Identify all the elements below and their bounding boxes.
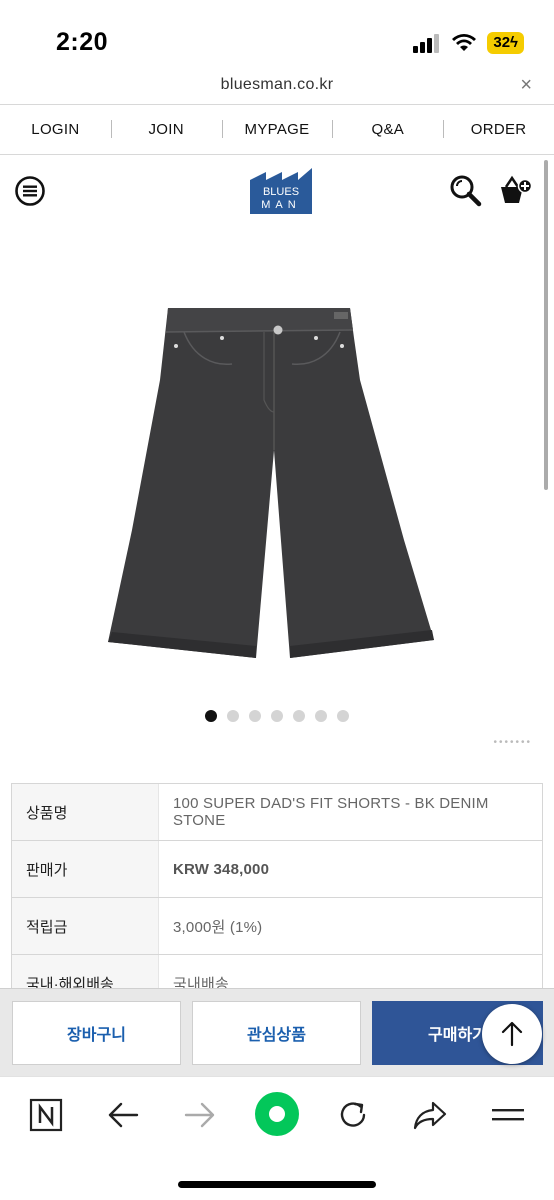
gallery-dot-1[interactable]	[205, 710, 217, 722]
close-icon[interactable]: ×	[520, 74, 532, 97]
home-indicator	[178, 1181, 376, 1188]
forward-button[interactable]	[178, 1093, 222, 1137]
home-button[interactable]	[254, 1091, 300, 1137]
status-icons: 32ϟ	[413, 32, 524, 54]
product-name: 100 SUPER DAD'S FIT SHORTS - BK DENIM ST…	[173, 795, 489, 829]
signal-icon	[413, 34, 440, 53]
info-row-name: 상품명 100 SUPER DAD'S FIT SHORTS - BK DENI…	[12, 784, 542, 841]
search-icon[interactable]	[448, 173, 482, 207]
menu-icon[interactable]	[14, 175, 46, 207]
gallery-dot-5[interactable]	[293, 710, 305, 722]
browser-url-bar[interactable]: bluesman.co.kr ×	[0, 70, 554, 104]
status-bar: 2:20 32ϟ	[0, 0, 554, 70]
info-row-points: 적립금 3,000원 (1%)	[12, 898, 542, 955]
url-text: bluesman.co.kr	[220, 76, 334, 93]
gallery-dot-7[interactable]	[337, 710, 349, 722]
wifi-icon	[452, 34, 477, 51]
status-time: 2:20	[56, 28, 109, 56]
reload-icon	[340, 1102, 366, 1127]
wishlist-button[interactable]: 관심상품	[192, 1001, 361, 1065]
gallery-dot-6[interactable]	[315, 710, 327, 722]
gallery-dot-4[interactable]	[271, 710, 283, 722]
naver-n-icon	[29, 1098, 63, 1132]
nav-qna[interactable]: Q&A	[332, 120, 443, 138]
info-label: 상품명	[12, 784, 159, 840]
home-green-icon	[255, 1092, 299, 1136]
product-price: KRW 348,000	[173, 860, 270, 878]
menu-button[interactable]	[486, 1093, 530, 1137]
bluesman-logo[interactable]: BLUES MAN	[250, 168, 312, 214]
share-button[interactable]	[408, 1093, 452, 1137]
product-points: 3,000원 (1%)	[173, 918, 263, 936]
hamburger-icon	[492, 1109, 524, 1121]
nav-join[interactable]: JOIN	[110, 120, 222, 138]
logo-line2: MAN	[261, 199, 300, 211]
nav-mypage[interactable]: MYPAGE	[221, 120, 333, 138]
purchase-action-bar: 장바구니 관심상품 구매하기	[0, 988, 554, 1076]
site-header: BLUES MAN	[0, 155, 554, 225]
top-nav: LOGIN JOIN MYPAGE Q&A ORDER	[0, 104, 554, 155]
cart-icon[interactable]	[498, 173, 532, 207]
more-dots-icon: •••••••	[493, 737, 532, 748]
reload-button[interactable]	[331, 1093, 375, 1137]
product-image[interactable]	[104, 300, 444, 665]
gallery-dot-2[interactable]	[227, 710, 239, 722]
add-to-cart-button[interactable]: 장바구니	[12, 1001, 181, 1065]
gallery-dot-3[interactable]	[249, 710, 261, 722]
back-button[interactable]	[101, 1093, 145, 1137]
logo-line1: BLUES	[263, 186, 299, 198]
browser-toolbar	[0, 1076, 554, 1200]
info-label: 적립금	[12, 898, 159, 954]
share-icon	[413, 1101, 447, 1130]
battery-level: 32	[493, 34, 511, 51]
naver-icon[interactable]	[24, 1093, 68, 1137]
arrow-right-icon	[184, 1102, 215, 1128]
arrow-left-icon	[108, 1102, 139, 1128]
charging-icon: ϟ	[510, 34, 518, 51]
arrow-up-icon	[501, 1021, 523, 1047]
battery-indicator: 32ϟ	[487, 32, 524, 54]
nav-order[interactable]: ORDER	[443, 120, 554, 138]
info-row-price: 판매가 KRW 348,000	[12, 841, 542, 898]
page-scrollbar[interactable]	[544, 160, 548, 490]
product-info-table: 상품명 100 SUPER DAD'S FIT SHORTS - BK DENI…	[11, 783, 543, 1012]
scroll-to-top-button[interactable]	[482, 1004, 542, 1064]
info-label: 판매가	[12, 841, 159, 897]
gallery-dots	[0, 710, 554, 722]
nav-login[interactable]: LOGIN	[0, 121, 111, 138]
